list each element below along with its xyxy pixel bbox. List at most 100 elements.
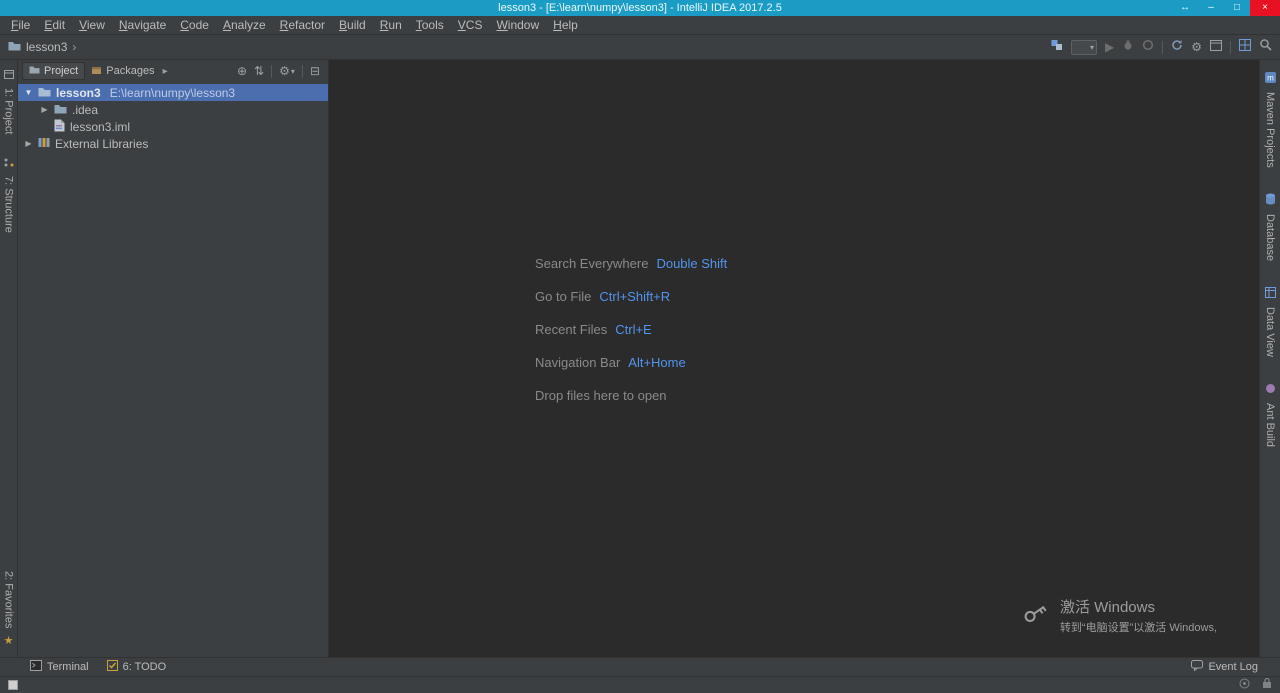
- hector-icon[interactable]: [1239, 676, 1250, 693]
- structure-toolwindow-icon: [4, 154, 14, 172]
- tree-row-iml-file[interactable]: lesson3.iml: [18, 118, 328, 135]
- toolbar-actions: ▾ ▶ ⚙: [1051, 38, 1272, 56]
- minimize-button[interactable]: –: [1198, 0, 1224, 16]
- toolwindow-button-terminal[interactable]: Terminal: [30, 660, 89, 674]
- chevron-right-icon: ›: [72, 40, 77, 54]
- tree-row-idea-folder[interactable]: ▶ .idea: [18, 101, 328, 118]
- toolwindow-button-eventlog[interactable]: Event Log: [1191, 660, 1258, 674]
- watermark-line1: 激活 Windows: [1059, 599, 1155, 616]
- lock-icon[interactable]: [1262, 676, 1272, 693]
- toolwindow-button-project[interactable]: 1: Project: [3, 66, 15, 134]
- main-area: 1: Project 7: Structure 2: Favorites ★ P…: [0, 60, 1280, 657]
- debug-button[interactable]: [1122, 38, 1134, 56]
- search-everywhere-icon[interactable]: [1259, 38, 1272, 56]
- toolwindow-button-antbuild[interactable]: Ant Build: [1264, 381, 1276, 447]
- breadcrumb-label: lesson3: [26, 40, 68, 54]
- database-icon: [1265, 192, 1276, 210]
- tabs-more-icon[interactable]: ▸: [163, 66, 168, 77]
- project-structure-icon[interactable]: [1210, 38, 1222, 56]
- project-panel-header: Project Packages ▸ ⊕ ⇅ ⚙ ▾ ⊟: [18, 60, 328, 82]
- ide-window: lesson3 - [E:\learn\numpy\lesson3] - Int…: [0, 0, 1280, 693]
- data-view-icon: [1264, 285, 1276, 303]
- menu-tools[interactable]: Tools: [409, 18, 451, 32]
- collapse-all-icon[interactable]: ⇅: [254, 65, 264, 77]
- shortcut-keys: Double Shift: [656, 256, 728, 271]
- menu-vcs[interactable]: VCS: [451, 18, 490, 32]
- toolwindow-button-dataview[interactable]: Data View: [1264, 285, 1276, 357]
- shortcut-line: Go to File Ctrl+Shift+R: [535, 287, 727, 307]
- left-tool-strip: 1: Project 7: Structure 2: Favorites ★: [0, 60, 18, 657]
- right-tool-strip: m Maven Projects Database Data View Ant …: [1259, 60, 1280, 657]
- toolwindow-button-todo[interactable]: 6: TODO: [106, 660, 166, 674]
- update-project-icon[interactable]: [1171, 38, 1183, 56]
- chevron-down-icon: ▾: [290, 66, 295, 76]
- expand-arrow-icon[interactable]: ▶: [24, 139, 33, 148]
- header-separator: [271, 64, 273, 78]
- window-title: lesson3 - [E:\learn\numpy\lesson3] - Int…: [498, 2, 782, 14]
- shortcut-keys: Ctrl+E: [615, 322, 652, 337]
- packages-tab-icon: [91, 65, 102, 78]
- run-configuration-select[interactable]: ▾: [1071, 39, 1097, 55]
- toolwindow-label: Event Log: [1208, 661, 1258, 673]
- tree-item-path: E:\learn\numpy\lesson3: [109, 85, 236, 100]
- libraries-icon: [38, 137, 50, 151]
- tree-row-project-root[interactable]: ▼ lesson3 E:\learn\numpy\lesson3: [18, 84, 328, 101]
- drop-files-hint: Drop files here to open: [535, 388, 667, 403]
- project-toolwindow-icon: [3, 66, 14, 84]
- panel-header-icons: ⊕ ⇅ ⚙ ▾ ⊟: [237, 64, 324, 78]
- coverage-button[interactable]: [1142, 38, 1154, 56]
- menubar: File Edit View Navigate Code Analyze Ref…: [0, 16, 1280, 34]
- locate-icon[interactable]: ⊕: [237, 65, 247, 77]
- tab-packages[interactable]: Packages: [85, 63, 160, 80]
- shortcut-action: Go to File: [535, 289, 592, 304]
- run-config-icon[interactable]: [1051, 38, 1063, 56]
- menu-refactor[interactable]: Refactor: [273, 18, 332, 32]
- close-button[interactable]: ×: [1250, 0, 1280, 16]
- project-tab-icon: [29, 65, 40, 77]
- settings-gear-icon[interactable]: ⚙: [1191, 41, 1202, 53]
- tab-project[interactable]: Project: [22, 62, 86, 80]
- window-controls: ↔ – □ ×: [1172, 0, 1280, 16]
- collapse-arrow-icon[interactable]: ▼: [24, 88, 33, 97]
- toolwindow-button-structure[interactable]: 7: Structure: [3, 154, 15, 233]
- menu-navigate[interactable]: Navigate: [112, 18, 173, 32]
- toolwindow-switcher-icon[interactable]: [8, 680, 18, 690]
- toolbar-separator: [1230, 40, 1231, 54]
- terminal-icon: [30, 660, 42, 674]
- expand-arrow-icon[interactable]: ▶: [40, 105, 49, 114]
- watermark-line2: 转到“电脑设置”以激活 Windows,: [1059, 622, 1217, 634]
- tab-label: Project: [44, 65, 79, 77]
- maximize-button[interactable]: □: [1224, 0, 1250, 16]
- toolwindow-button-database[interactable]: Database: [1264, 192, 1276, 261]
- menu-view[interactable]: View: [72, 18, 112, 32]
- shortcut-keys: Ctrl+Shift+R: [599, 289, 671, 304]
- project-panel: Project Packages ▸ ⊕ ⇅ ⚙ ▾ ⊟ ▼ lesson3 E…: [18, 60, 329, 657]
- run-button[interactable]: ▶: [1105, 41, 1114, 53]
- editor-area: Search Everywhere Double Shift Go to File…: [329, 60, 1259, 657]
- menu-analyze[interactable]: Analyze: [216, 18, 273, 32]
- shortcut-action: Search Everywhere: [535, 256, 649, 271]
- menu-edit[interactable]: Edit: [37, 18, 72, 32]
- breadcrumb[interactable]: lesson3 ›: [8, 40, 76, 54]
- menu-help[interactable]: Help: [546, 18, 585, 32]
- menu-build[interactable]: Build: [332, 18, 373, 32]
- module-file-icon: [54, 119, 65, 135]
- toolwindow-label: Database: [1264, 213, 1276, 261]
- menu-code[interactable]: Code: [173, 18, 216, 32]
- svg-text:m: m: [1267, 74, 1274, 83]
- event-log-balloon-icon: [1191, 660, 1204, 674]
- toolwindow-button-maven[interactable]: m Maven Projects: [1264, 70, 1276, 168]
- toolbar: lesson3 › ▾ ▶ ⚙: [0, 34, 1280, 60]
- menu-file[interactable]: File: [4, 18, 37, 32]
- hide-panel-icon[interactable]: ⊟: [310, 65, 320, 77]
- panel-settings-button[interactable]: ⚙ ▾: [279, 65, 295, 77]
- tree-row-external-libraries[interactable]: ▶ External Libraries: [18, 135, 328, 152]
- menu-run[interactable]: Run: [373, 18, 409, 32]
- key-icon: [1020, 598, 1050, 633]
- toolwindow-label: Maven Projects: [1264, 92, 1276, 168]
- folder-icon: [38, 86, 51, 100]
- window-arrows-icon[interactable]: ↔: [1172, 0, 1198, 16]
- grid-icon[interactable]: [1239, 38, 1251, 56]
- menu-window[interactable]: Window: [489, 18, 546, 32]
- toolwindow-button-favorites[interactable]: 2: Favorites ★: [3, 571, 15, 647]
